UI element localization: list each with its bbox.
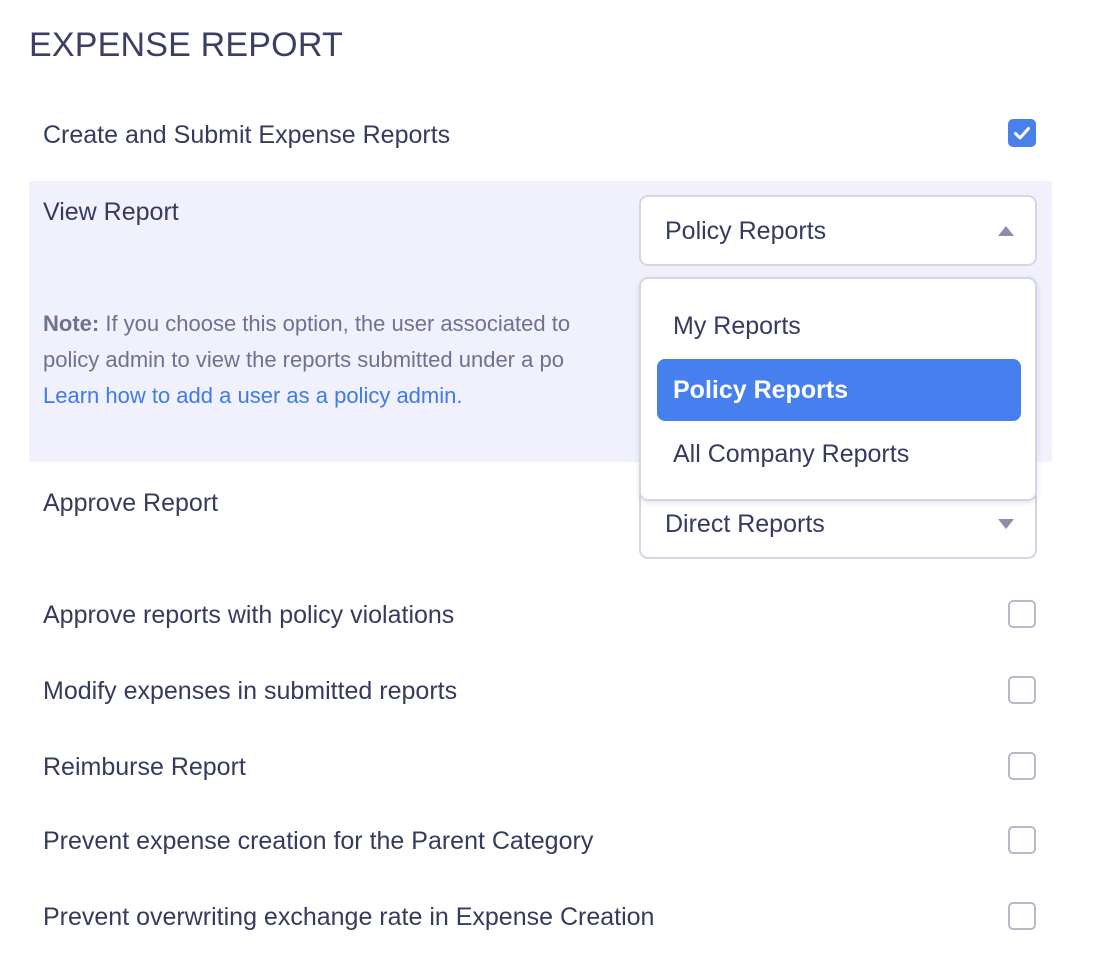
view-report-note: Note: If you choose this option, the use…	[43, 306, 643, 414]
expense-report-settings: EXPENSE REPORT Create and Submit Expense…	[0, 0, 1108, 980]
prevent-parent-category-label: Prevent expense creation for the Parent …	[43, 827, 593, 856]
dropdown-option-my-reports[interactable]: My Reports	[657, 295, 1021, 357]
note-prefix: Note:	[43, 311, 99, 336]
modify-expenses-checkbox[interactable]	[1008, 676, 1036, 704]
dropdown-option-all-company-reports[interactable]: All Company Reports	[657, 423, 1021, 485]
policy-admin-help-link[interactable]: Learn how to add a user as a policy admi…	[43, 383, 462, 408]
reimburse-report-checkbox[interactable]	[1008, 752, 1036, 780]
note-line-2: policy admin to view the reports submitt…	[43, 342, 643, 378]
approve-violations-label: Approve reports with policy violations	[43, 601, 454, 630]
reimburse-report-label: Reimburse Report	[43, 753, 246, 782]
prevent-exchange-rate-label: Prevent overwriting exchange rate in Exp…	[43, 903, 654, 932]
create-submit-checkbox[interactable]	[1008, 119, 1036, 147]
check-icon	[1013, 124, 1031, 142]
view-report-select[interactable]: Policy Reports	[639, 195, 1037, 266]
prevent-parent-category-checkbox[interactable]	[1008, 826, 1036, 854]
view-report-selected-value: Policy Reports	[665, 217, 826, 246]
section-title: EXPENSE REPORT	[29, 26, 343, 65]
approve-report-label: Approve Report	[43, 489, 218, 518]
approve-violations-checkbox[interactable]	[1008, 600, 1036, 628]
caret-up-icon	[998, 226, 1014, 236]
create-submit-label: Create and Submit Expense Reports	[43, 121, 450, 150]
caret-down-icon	[998, 519, 1014, 529]
dropdown-option-policy-reports[interactable]: Policy Reports	[657, 359, 1021, 421]
modify-expenses-label: Modify expenses in submitted reports	[43, 677, 457, 706]
view-report-label: View Report	[43, 198, 179, 227]
view-report-dropdown-menu: My Reports Policy Reports All Company Re…	[639, 277, 1037, 501]
approve-report-selected-value: Direct Reports	[665, 510, 825, 539]
prevent-exchange-rate-checkbox[interactable]	[1008, 902, 1036, 930]
note-line-1: If you choose this option, the user asso…	[99, 311, 570, 336]
